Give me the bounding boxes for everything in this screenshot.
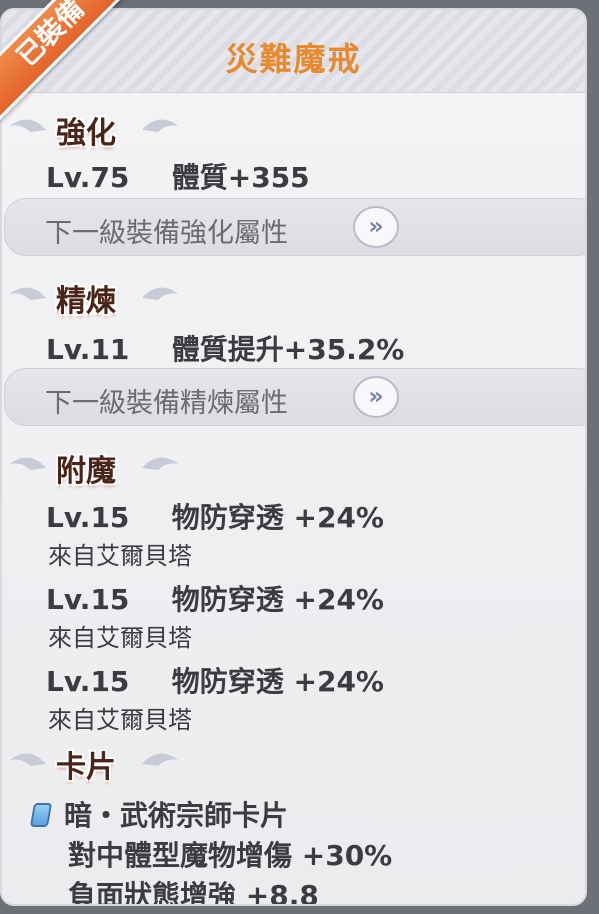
card-section-header: 卡片 [2,742,192,785]
enhance-next-button[interactable]: » [353,206,399,248]
enchant-line: Lv.15 物防穿透 +24% [46,578,384,618]
card-icon [29,803,53,827]
enchant-line: Lv.15 物防穿透 +24% [46,496,384,536]
wing-right-icon [142,454,178,472]
enchant-stat: 物防穿透 +24% [171,583,384,616]
card-heading: 卡片 [56,750,116,785]
refine-section-header: 精煉 [2,276,192,319]
refine-line: Lv.11 體質提升+35.2% [46,328,404,368]
wing-right-icon [142,284,178,302]
refine-heading: 精煉 [56,284,116,319]
enhance-section-header: 強化 [2,108,192,151]
item-title: 災難魔戒 [225,40,362,78]
enchant-stat: 物防穿透 +24% [171,665,384,698]
refine-level: Lv.11 [46,333,130,366]
enhance-next-label: 下一級裝備強化屬性 [45,218,288,249]
card-effect: 對中體型魔物增傷 +30% [68,839,393,872]
wing-left-icon [10,284,46,302]
enhance-stat: 體質+355 [171,161,310,194]
wing-left-icon [10,750,46,768]
enchant-level: Lv.15 [46,583,130,616]
refine-stat: 體質提升+35.2% [171,333,405,366]
wing-left-icon [10,116,46,134]
wing-right-icon [142,116,178,134]
card-name: 暗・武術宗師卡片 [64,799,289,832]
enhance-next-row[interactable]: 下一級裝備強化屬性 » [4,198,585,256]
enhance-level: Lv.75 [46,161,130,194]
enchant-heading: 附魔 [56,454,116,489]
enchant-stat: 物防穿透 +24% [171,501,384,534]
wing-left-icon [10,454,46,472]
card-effect: 負面狀態增強 +8.8 [68,879,319,906]
enhance-line: Lv.75 體質+355 [46,156,310,196]
wing-right-icon [142,750,178,768]
enchant-source: 來自艾爾貝塔 [48,706,192,734]
enhance-heading: 強化 [56,116,116,151]
refine-next-label: 下一級裝備精煉屬性 [45,388,288,419]
enchant-source: 來自艾爾貝塔 [48,624,192,652]
enchant-line: Lv.15 物防穿透 +24% [46,660,384,700]
enchant-level: Lv.15 [46,665,130,698]
refine-next-button[interactable]: » [353,376,399,418]
enchant-source: 來自艾爾貝塔 [48,542,192,570]
enchant-level: Lv.15 [46,501,130,534]
item-detail-panel: 災難魔戒 強化 Lv.75 體質+355 下一級裝備強化屬性 » 精煉 Lv.1… [0,8,587,906]
refine-next-row[interactable]: 下一級裝備精煉屬性 » [4,368,585,426]
enchant-section-header: 附魔 [2,446,192,489]
